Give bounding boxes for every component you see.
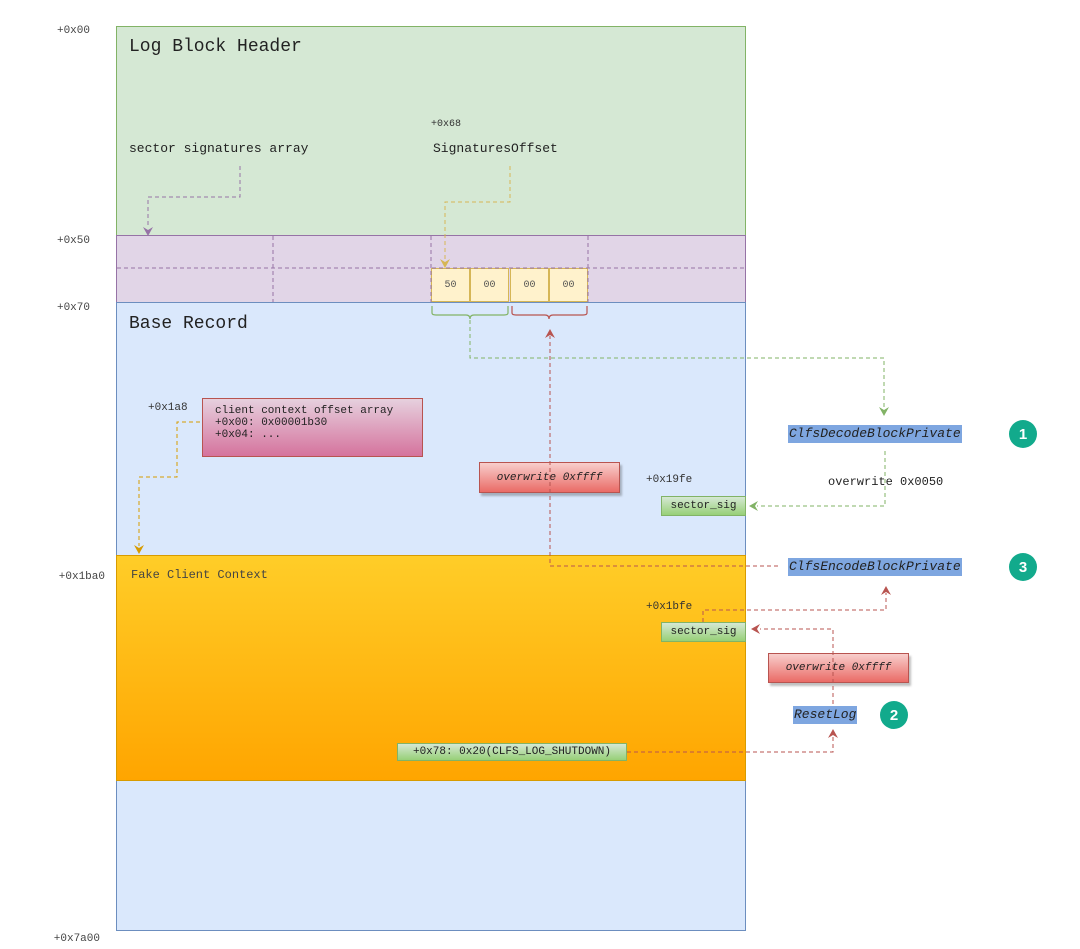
- arrowhead-red-sector-sig-fake: [751, 624, 760, 634]
- arrow-sector-signatures: [147, 166, 241, 228]
- arrowhead-purple: [143, 227, 153, 236]
- arrowhead-green-sector-sig: [749, 501, 758, 511]
- signature-grid-lines: [117, 236, 745, 302]
- arrow-shutdown-to-resetlog: [627, 737, 834, 753]
- arrow-signatures-offset: [444, 166, 511, 260]
- arrowhead-yellow: [440, 259, 450, 268]
- arrow-client-context-to-fake: [138, 421, 200, 546]
- arrow-resetlog-to-sector-sig: [760, 628, 834, 704]
- arrow-encode-to-signatures: [549, 336, 778, 567]
- arrowhead-green-decode: [879, 407, 889, 416]
- brace-green: [431, 306, 509, 320]
- arrowhead-orange: [134, 545, 144, 554]
- arrowhead-red-resetlog: [828, 729, 838, 738]
- arrow-sector-sig-to-encode: [702, 593, 887, 622]
- arrow-decode-to-sector-sig: [757, 451, 886, 507]
- connector-overlay: [117, 166, 891, 753]
- arrow-brace-to-decode: [469, 320, 885, 408]
- brace-red: [511, 306, 588, 320]
